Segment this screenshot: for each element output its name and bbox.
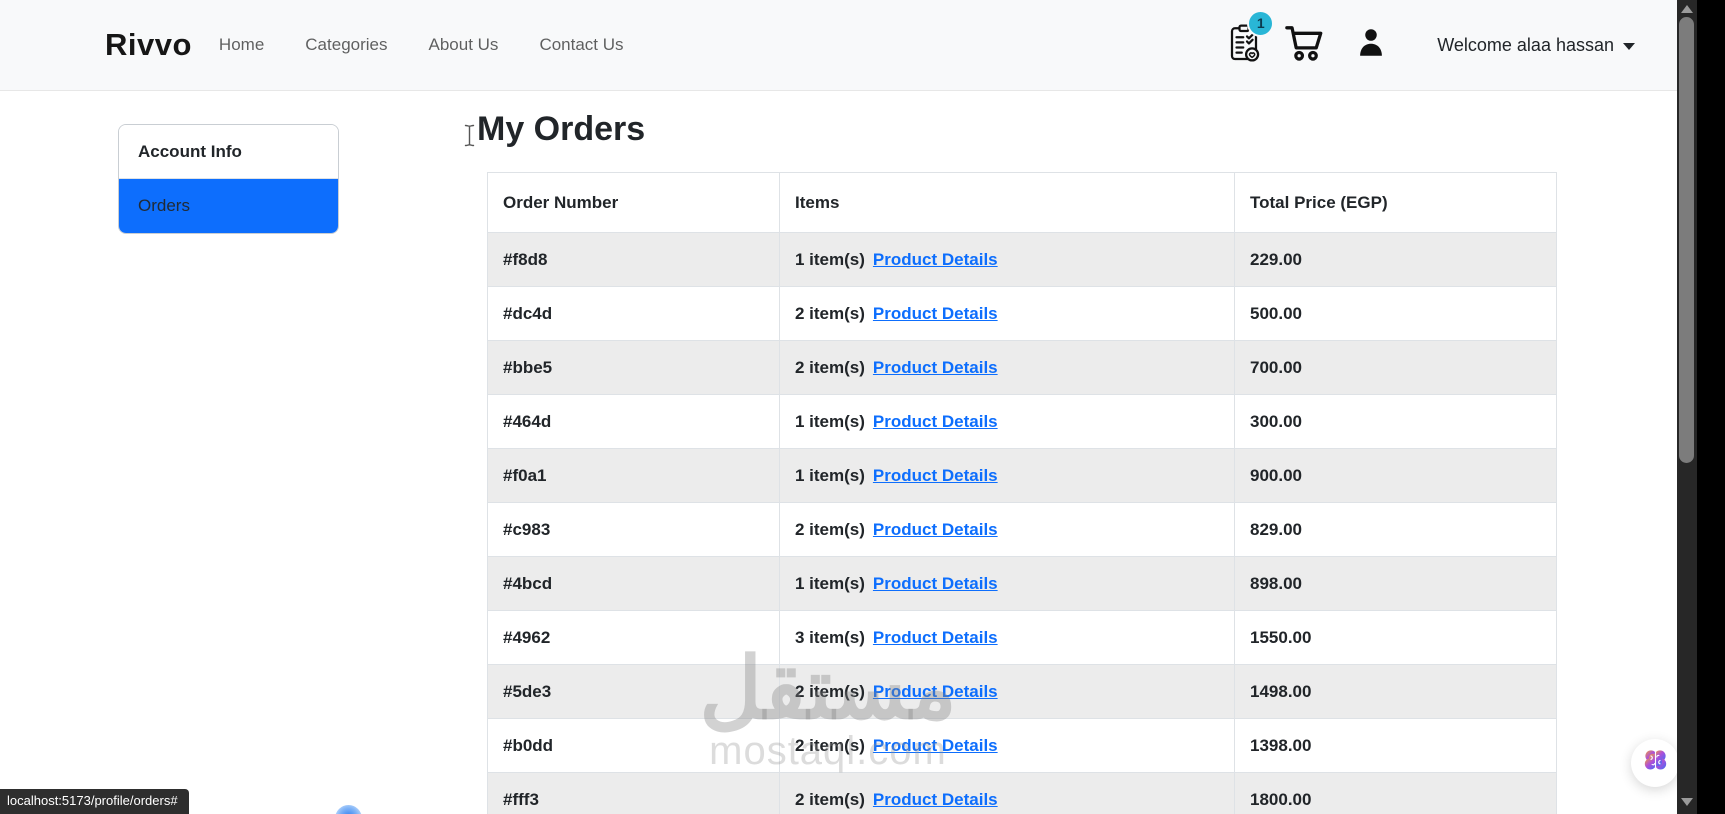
order-number-cell: #dc4d (487, 286, 780, 341)
total-price-cell: 229.00 (1234, 232, 1557, 287)
order-number-cell: #bbe5 (487, 340, 780, 395)
user-menu[interactable]: Welcome alaa hassan (1437, 35, 1635, 56)
account-button[interactable] (1356, 26, 1386, 65)
product-details-link[interactable]: Product Details (873, 736, 998, 755)
assistant-button[interactable] (1631, 739, 1679, 787)
brand-logo[interactable]: Rivvo (105, 27, 192, 63)
user-icon (1356, 26, 1386, 65)
items-cell: 2 item(s) Product Details (779, 718, 1235, 773)
product-details-link[interactable]: Product Details (873, 574, 998, 593)
total-price-cell: 700.00 (1234, 340, 1557, 395)
total-price-cell: 500.00 (1234, 286, 1557, 341)
order-row: #4962 3 item(s) Product Details 1550.00 (487, 610, 1557, 665)
items-cell: 2 item(s) Product Details (779, 772, 1235, 814)
items-cell: 2 item(s) Product Details (779, 664, 1235, 719)
order-number-cell: #b0dd (487, 718, 780, 773)
order-number-cell: #f8d8 (487, 232, 780, 287)
sidebar-item-account-info[interactable]: Account Info (119, 125, 338, 179)
total-price-cell: 1800.00 (1234, 772, 1557, 814)
navbar-right: 1 Welcome alaa hassan (1226, 9, 1635, 68)
order-number-cell: #5de3 (487, 664, 780, 719)
items-cell: 2 item(s) Product Details (779, 502, 1235, 557)
items-cell: 1 item(s) Product Details (779, 394, 1235, 449)
main-nav: Home Categories About Us Contact Us (219, 35, 624, 55)
scroll-down-arrow[interactable] (1681, 798, 1693, 806)
total-price-cell: 900.00 (1234, 448, 1557, 503)
product-details-link[interactable]: Product Details (873, 412, 998, 431)
order-row: #dc4d 2 item(s) Product Details 500.00 (487, 286, 1557, 341)
brain-icon (1642, 747, 1669, 779)
blue-widget-dot (335, 805, 362, 814)
header-total-price: Total Price (EGP) (1234, 172, 1557, 233)
total-price-cell: 898.00 (1234, 556, 1557, 611)
product-details-link[interactable]: Product Details (873, 682, 998, 701)
scroll-up-arrow[interactable] (1681, 5, 1693, 13)
product-details-link[interactable]: Product Details (873, 466, 998, 485)
items-cell: 1 item(s) Product Details (779, 232, 1235, 287)
cart-button[interactable] (1284, 24, 1326, 67)
order-row: #c983 2 item(s) Product Details 829.00 (487, 502, 1557, 557)
sidebar-item-orders[interactable]: Orders (119, 179, 338, 233)
product-details-link[interactable]: Product Details (873, 250, 998, 269)
order-number-cell: #4962 (487, 610, 780, 665)
order-number-cell: #464d (487, 394, 780, 449)
total-price-cell: 1498.00 (1234, 664, 1557, 719)
browser-viewport: Rivvo Home Categories About Us Contact U… (0, 0, 1725, 814)
product-details-link[interactable]: Product Details (873, 304, 998, 323)
page-title: My Orders (477, 110, 646, 148)
items-cell: 3 item(s) Product Details (779, 610, 1235, 665)
order-number-cell: #f0a1 (487, 448, 780, 503)
screen-edge (1697, 0, 1725, 814)
items-cell: 2 item(s) Product Details (779, 340, 1235, 395)
order-row: #f8d8 1 item(s) Product Details 229.00 (487, 232, 1557, 287)
link-status-bar: localhost:5173/profile/orders# (0, 789, 189, 814)
product-details-link[interactable]: Product Details (873, 628, 998, 647)
order-row: #464d 1 item(s) Product Details 300.00 (487, 394, 1557, 449)
header-order-number: Order Number (487, 172, 780, 233)
order-number-cell: #c983 (487, 502, 780, 557)
order-row: #4bcd 1 item(s) Product Details 898.00 (487, 556, 1557, 611)
page-scrollbar (1677, 0, 1697, 814)
total-price-cell: 829.00 (1234, 502, 1557, 557)
order-row: #bbe5 2 item(s) Product Details 700.00 (487, 340, 1557, 395)
order-number-cell: #fff3 (487, 772, 780, 814)
orders-table: Order Number Items Total Price (EGP) #f8… (487, 172, 1557, 814)
orders-list-button[interactable]: 1 (1226, 9, 1275, 68)
total-price-cell: 1550.00 (1234, 610, 1557, 665)
total-price-cell: 1398.00 (1234, 718, 1557, 773)
nav-link-home[interactable]: Home (219, 35, 264, 55)
items-cell: 1 item(s) Product Details (779, 448, 1235, 503)
order-row: #b0dd 2 item(s) Product Details 1398.00 (487, 718, 1557, 773)
items-cell: 1 item(s) Product Details (779, 556, 1235, 611)
nav-link-contact[interactable]: Contact Us (539, 35, 623, 55)
scrollbar-thumb[interactable] (1679, 17, 1694, 463)
product-details-link[interactable]: Product Details (873, 520, 998, 539)
header-items: Items (779, 172, 1235, 233)
nav-link-about[interactable]: About Us (429, 35, 499, 55)
order-row: #5de3 2 item(s) Product Details 1498.00 (487, 664, 1557, 719)
text-cursor-icon (464, 124, 475, 152)
items-cell: 2 item(s) Product Details (779, 286, 1235, 341)
account-sidebar: Account Info Orders (118, 124, 339, 234)
product-details-link[interactable]: Product Details (873, 790, 998, 809)
shopping-cart-icon (1284, 24, 1326, 67)
order-row: #f0a1 1 item(s) Product Details 900.00 (487, 448, 1557, 503)
product-details-link[interactable]: Product Details (873, 358, 998, 377)
navbar: Rivvo Home Categories About Us Contact U… (0, 0, 1677, 91)
welcome-label: Welcome alaa hassan (1437, 34, 1614, 55)
nav-link-categories[interactable]: Categories (305, 35, 387, 55)
total-price-cell: 300.00 (1234, 394, 1557, 449)
table-header-row: Order Number Items Total Price (EGP) (487, 172, 1557, 233)
order-row: #fff3 2 item(s) Product Details 1800.00 (487, 772, 1557, 814)
caret-down-icon (1623, 43, 1635, 50)
order-number-cell: #4bcd (487, 556, 780, 611)
orders-count-badge: 1 (1247, 9, 1275, 37)
